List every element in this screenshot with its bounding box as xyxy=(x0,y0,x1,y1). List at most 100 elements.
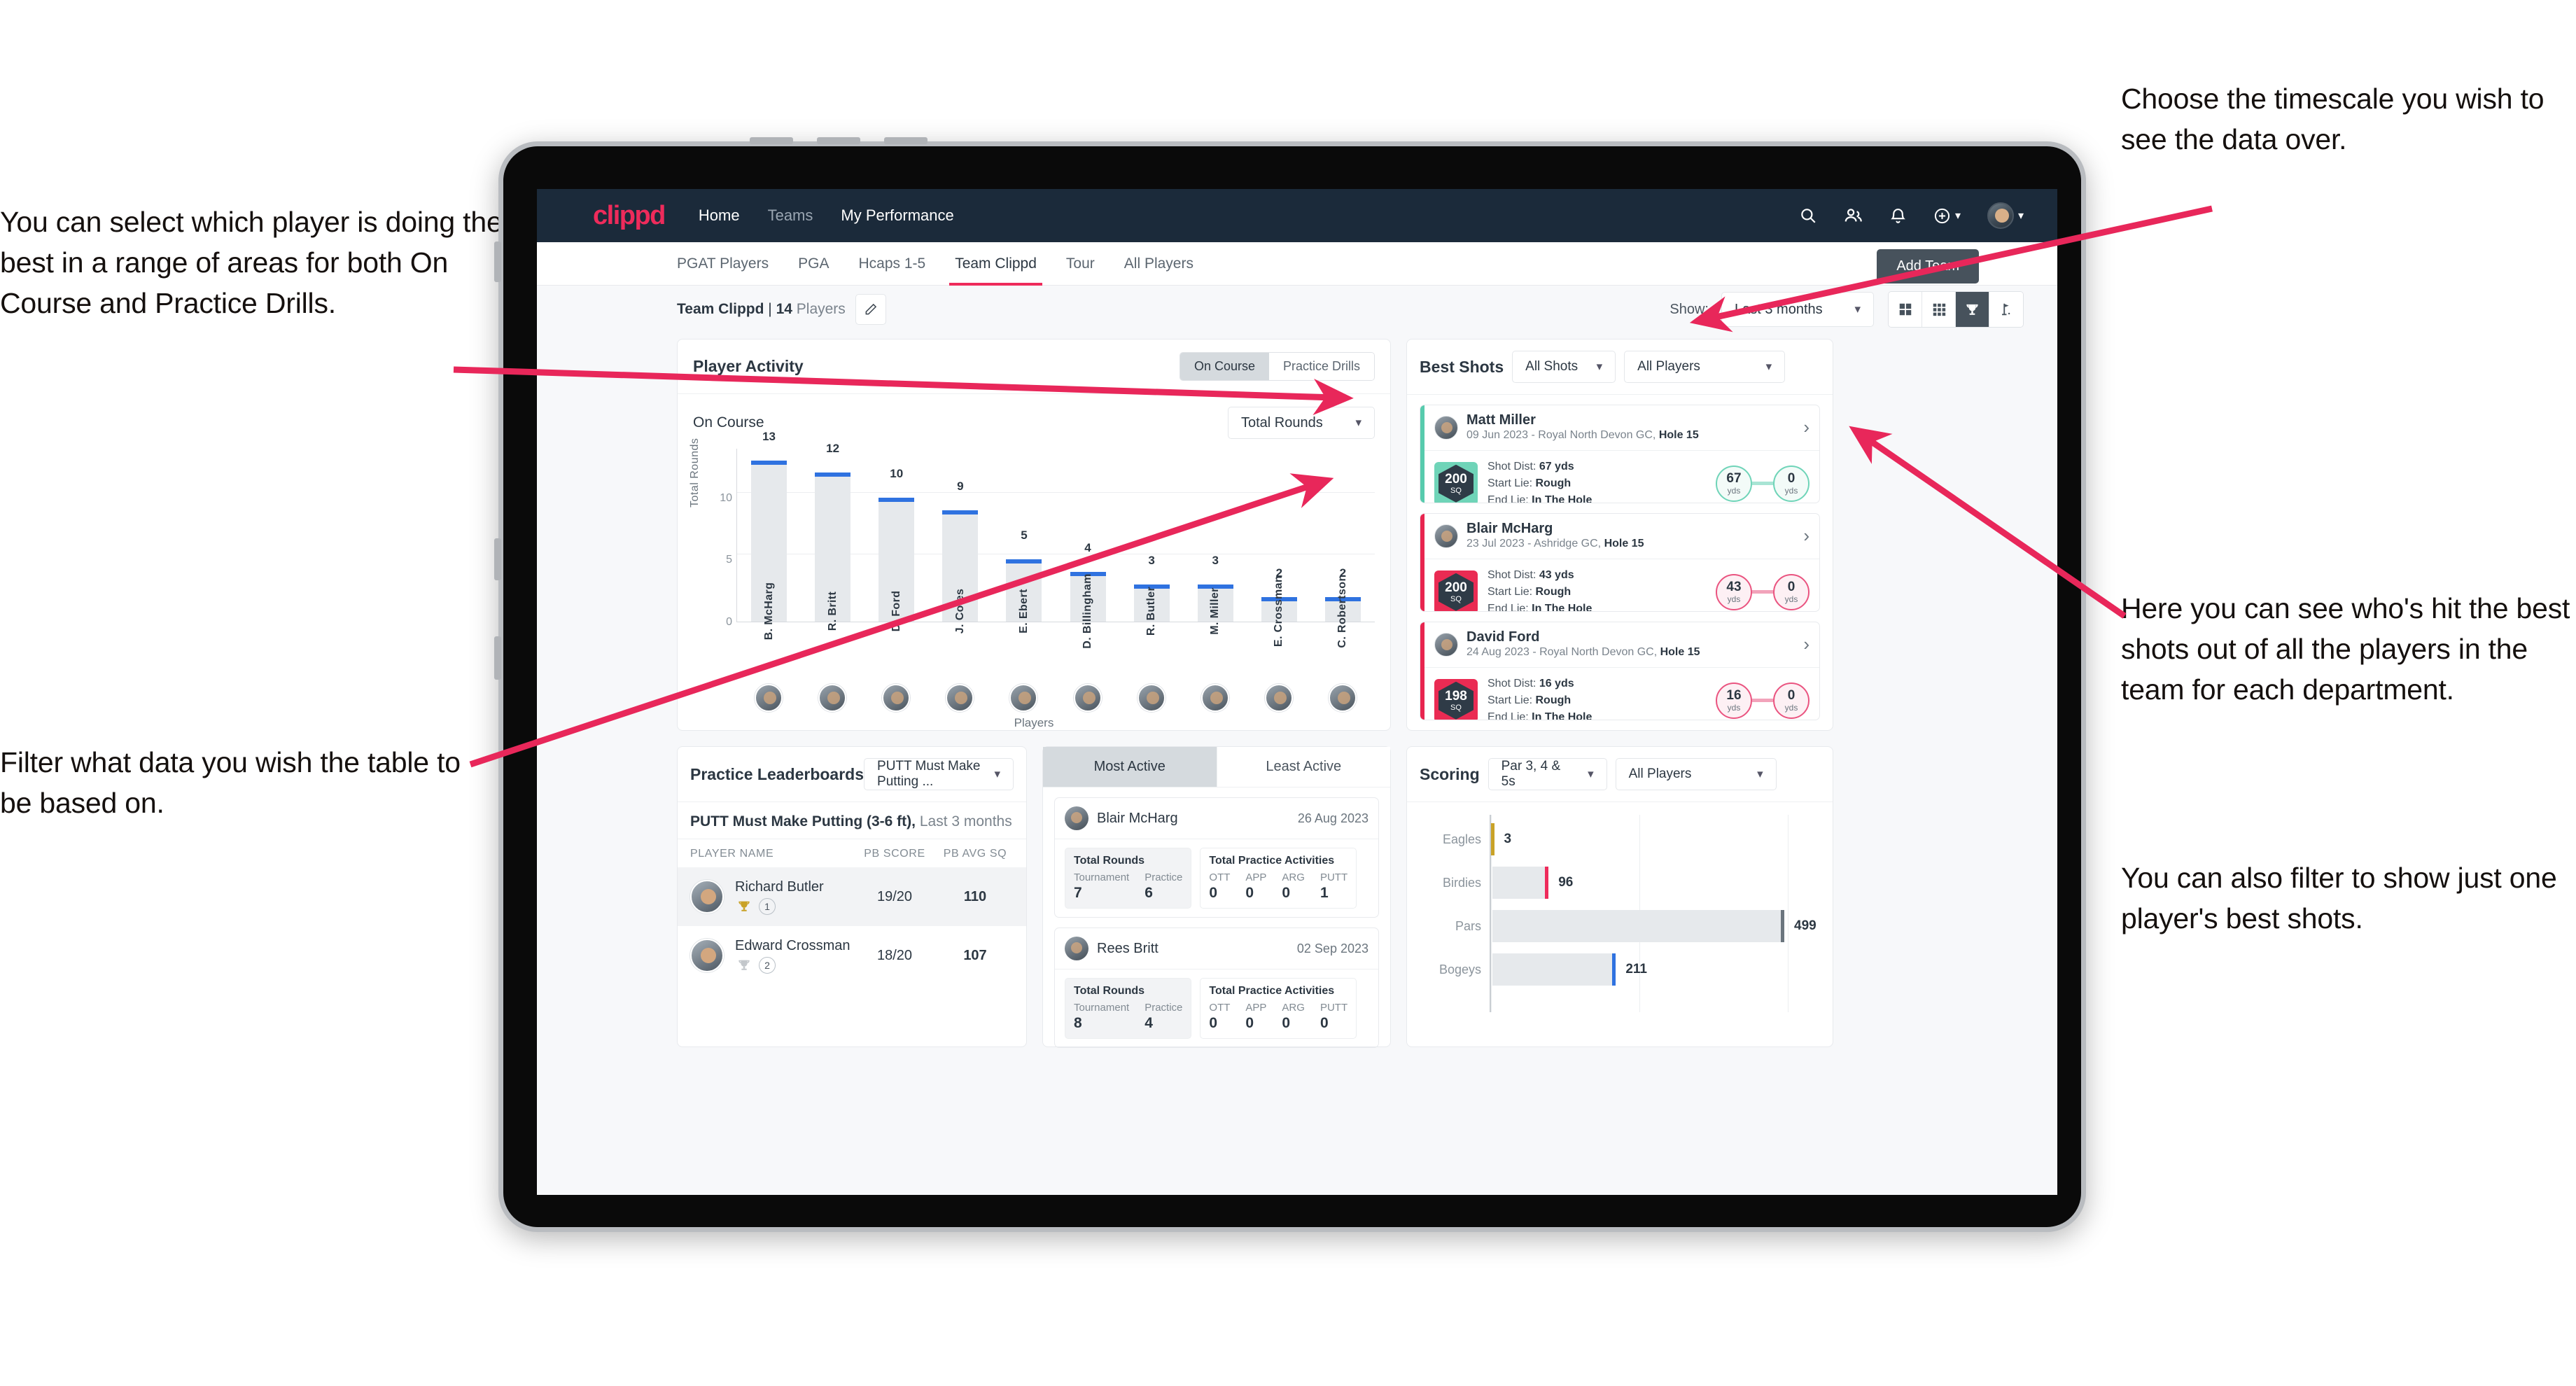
player-avatar[interactable] xyxy=(1201,684,1230,712)
chart-bar-label: E. Ebert xyxy=(1017,589,1030,634)
segment-practice-drills[interactable]: Practice Drills xyxy=(1268,353,1374,380)
tab-team-clippd[interactable]: Team Clippd xyxy=(949,242,1042,286)
activity-player-name: Rees Britt xyxy=(1097,940,1158,956)
player-avatar[interactable] xyxy=(1009,684,1038,712)
device-button xyxy=(494,636,501,680)
segment-on-course[interactable]: On Course xyxy=(1180,353,1269,380)
table-row[interactable]: Edward Crossman 2 18/20 107 xyxy=(678,926,1026,985)
shot-quality-value: 198 xyxy=(1445,688,1467,704)
scoring-players-select[interactable]: All Players ▾ xyxy=(1615,758,1777,790)
scoring-bar-row: Pars 499 xyxy=(1420,904,1820,948)
table-row[interactable]: Richard Butler 1 19/20 110 xyxy=(678,867,1026,926)
column-pb-score: PB SCORE xyxy=(864,848,925,860)
pb-score-value: 18/20 xyxy=(876,947,913,963)
navlink-home[interactable]: Home xyxy=(699,206,740,225)
best-shots-card: Best Shots All Shots ▾ All Players ▾ Mat… xyxy=(1406,339,1833,731)
clippd-logo[interactable]: clippd xyxy=(593,201,666,231)
scoring-bar-row: Bogeys 211 xyxy=(1420,948,1820,991)
view-trophy-button[interactable] xyxy=(1956,292,1989,327)
tab-tour[interactable]: Tour xyxy=(1066,242,1095,286)
chart-bar-column[interactable]: 13 B. McHarg xyxy=(737,430,801,640)
tab-least-active[interactable]: Least Active xyxy=(1217,747,1390,787)
avatar xyxy=(1434,524,1458,548)
player-avatar[interactable] xyxy=(1265,684,1294,712)
chart-bar-column[interactable]: 2 C. Robertson xyxy=(1311,449,1375,648)
chart-bar-column[interactable]: 3 R. Butler xyxy=(1120,449,1184,636)
player-activity-card: Player Activity On Course Practice Drill… xyxy=(677,339,1391,731)
bell-icon[interactable] xyxy=(1889,207,1907,225)
drill-value: PUTT Must Make Putting ... xyxy=(877,759,981,789)
add-team-button[interactable]: Add Team xyxy=(1877,249,1979,284)
best-shot-card[interactable]: Blair McHarg 23 Jul 2023 - Ashridge GC, H… xyxy=(1420,513,1820,612)
chevron-right-icon[interactable]: › xyxy=(1796,525,1809,547)
chart-bar-column[interactable]: 10 D. Ford xyxy=(864,449,928,631)
view-grid-9-button[interactable] xyxy=(1922,292,1956,327)
timescale-select[interactable]: Last 3 months ▾ xyxy=(1721,292,1874,327)
player-avatar[interactable] xyxy=(818,684,846,712)
best-shot-card[interactable]: David Ford 24 Aug 2023 - Royal North Devo… xyxy=(1420,622,1820,720)
stat-box-title: Total Rounds xyxy=(1074,985,1145,997)
tab-most-active[interactable]: Most Active xyxy=(1043,747,1217,787)
chart-bar-column[interactable]: 9 J. Coles xyxy=(928,449,992,634)
drill-select[interactable]: PUTT Must Make Putting ... ▾ xyxy=(864,758,1014,790)
shot-quality-unit: SQ xyxy=(1450,703,1462,712)
tab-pga[interactable]: PGA xyxy=(798,242,829,286)
best-shots-players-select[interactable]: All Players ▾ xyxy=(1624,351,1786,383)
people-icon[interactable] xyxy=(1844,206,1863,225)
tab-pgat-players[interactable]: PGAT Players xyxy=(677,242,769,286)
search-icon[interactable] xyxy=(1799,206,1817,225)
chevron-right-icon[interactable]: › xyxy=(1796,416,1809,438)
chart-bar-column[interactable]: 12 R. Britt xyxy=(801,442,864,631)
avatar[interactable]: ▾ xyxy=(1987,202,2024,229)
chart-bar-column[interactable]: 5 E. Ebert xyxy=(992,449,1056,634)
rank-badge: 2 xyxy=(759,957,776,974)
metric-select[interactable]: Total Rounds ▾ xyxy=(1228,407,1375,439)
chart-y-tick: 0 xyxy=(726,616,732,628)
chart-bar-column[interactable]: 4 D. Billingham xyxy=(1056,449,1119,649)
stat-value: 0 xyxy=(1245,885,1254,901)
player-activity-title: Player Activity xyxy=(693,357,804,375)
best-shot-player-name: Blair McHarg xyxy=(1466,521,1553,536)
plus-circle-icon[interactable]: ▾ xyxy=(1933,207,1961,225)
best-shot-meta: 24 Aug 2023 - Royal North Devon GC, Hole… xyxy=(1466,646,1700,658)
view-grid-4-button[interactable] xyxy=(1889,292,1922,327)
chart-bar-column[interactable]: 3 M. Miller xyxy=(1184,449,1247,635)
chevron-right-icon[interactable]: › xyxy=(1796,634,1809,655)
player-avatar[interactable] xyxy=(882,684,910,712)
player-avatar[interactable] xyxy=(1329,684,1357,712)
activity-card[interactable]: Rees Britt 02 Sep 2023 Total Rounds Tournam… xyxy=(1054,927,1379,1048)
shot-details: Shot Dist: 43 yds Start Lie: Rough End Lie… xyxy=(1488,568,1592,612)
total-practice-box: Total Practice Activities OTT 0 APP 0 ARG 0 PUT… xyxy=(1200,848,1357,909)
edit-team-button[interactable] xyxy=(855,294,886,325)
chevron-down-icon: ▾ xyxy=(1588,767,1594,780)
team-player-count: 14 xyxy=(776,301,792,317)
chart-bar-label: M. Miller xyxy=(1209,587,1222,635)
navlink-teams[interactable]: Teams xyxy=(768,206,813,225)
stat-value: 0 xyxy=(1245,1015,1254,1031)
practice-leaderboards-card: Practice Leaderboards PUTT Must Make Put… xyxy=(677,746,1027,1047)
show-label: Show: xyxy=(1670,301,1709,317)
scoring-bar-label: Pars xyxy=(1455,918,1481,933)
activity-card[interactable]: Blair McHarg 26 Aug 2023 Total Rounds Tourn… xyxy=(1054,797,1379,918)
activity-date: 02 Sep 2023 xyxy=(1296,941,1368,955)
device-button xyxy=(494,241,501,282)
chart-bar-value: 5 xyxy=(1021,528,1028,542)
leaderboard-player-name: Edward Crossman xyxy=(735,938,850,953)
scoring-rows: Eagles 3 Birdies 96 Pars 499 Bogeys 211 xyxy=(1420,818,1820,991)
player-avatar[interactable] xyxy=(1073,684,1102,712)
device-button xyxy=(884,137,927,144)
best-shots-type-select[interactable]: All Shots ▾ xyxy=(1512,351,1616,383)
navlink-my-performance[interactable]: My Performance xyxy=(841,206,953,225)
par-select[interactable]: Par 3, 4 & 5s ▾ xyxy=(1488,758,1607,790)
player-avatar[interactable] xyxy=(1137,684,1166,712)
tab-all-players[interactable]: All Players xyxy=(1124,242,1194,286)
chart-bar-column[interactable]: 2 E. Crossman xyxy=(1247,449,1311,647)
best-shot-card[interactable]: Matt Miller 09 Jun 2023 - Royal North Dev… xyxy=(1420,405,1820,503)
scoring-bar-value: 3 xyxy=(1504,832,1512,846)
view-golf-flag-button[interactable] xyxy=(1989,292,2023,327)
tab-hcaps-1-5[interactable]: Hcaps 1-5 xyxy=(858,242,925,286)
avatar xyxy=(690,880,724,913)
player-avatar[interactable] xyxy=(946,684,974,712)
chart-bar-value: 10 xyxy=(890,466,904,480)
player-avatar[interactable] xyxy=(754,684,783,712)
